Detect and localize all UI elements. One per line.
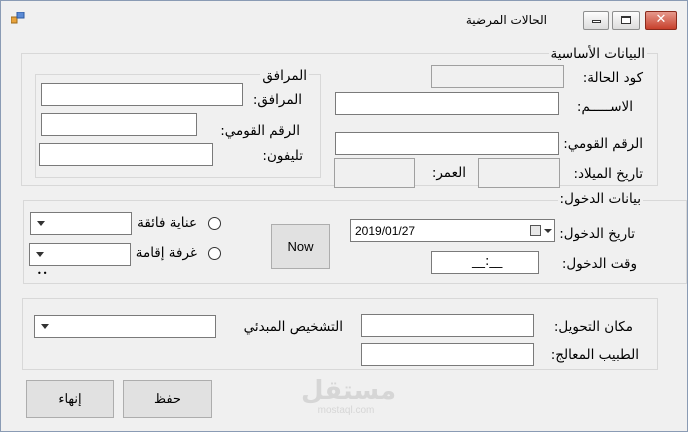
icu-select[interactable] <box>30 212 132 235</box>
dots-indicator: •• <box>37 269 49 278</box>
watermark-latin: mostaql.com <box>317 405 375 416</box>
referral-place-label: مكان التحويل: <box>553 319 633 335</box>
room-label: غرفة إقامة <box>135 245 197 261</box>
chevron-down-icon <box>544 229 552 233</box>
age-field[interactable] <box>334 158 415 188</box>
title-bar: الحالات المرضية ✕ <box>1 1 687 33</box>
case-code-label: كود الحالة: <box>582 70 643 86</box>
window-title: الحالات المرضية <box>465 13 547 27</box>
chevron-down-icon <box>36 252 44 257</box>
room-select[interactable] <box>29 243 131 266</box>
age-label: العمر: <box>431 165 466 181</box>
companion-phone-label: تليفون: <box>262 148 303 164</box>
patient-national-id-field[interactable] <box>335 132 559 155</box>
app-icon <box>11 12 25 24</box>
name-label: الاســـــم: <box>576 99 633 115</box>
referral-place-field[interactable] <box>361 314 534 337</box>
birth-date-field[interactable] <box>478 158 560 188</box>
birth-date-label: تاريخ الميلاد: <box>573 166 643 182</box>
chevron-down-icon <box>41 324 49 329</box>
close-button[interactable]: ✕ <box>645 11 677 30</box>
watermark-logo: مستقل mostaql.com <box>301 376 397 427</box>
admission-time-label: وقت الدخول: <box>561 256 637 272</box>
minimize-button[interactable] <box>583 11 609 30</box>
case-code-field[interactable] <box>431 65 564 88</box>
companion-title: المرافق <box>260 68 309 84</box>
companion-name-label: المرافق: <box>252 92 302 108</box>
chevron-down-icon <box>37 221 45 226</box>
treating-doctor-label: الطبيب المعالج: <box>550 347 639 363</box>
icu-label: عناية فائقة <box>137 215 197 231</box>
treating-doctor-field[interactable] <box>361 343 534 366</box>
admission-time-value: __:__ <box>472 254 503 269</box>
minimize-icon <box>592 20 601 23</box>
admission-date-label: تاريخ الدخول: <box>559 226 635 242</box>
save-button[interactable]: حفظ <box>123 380 212 418</box>
diagnosis-label: التشخيص المبدئي <box>243 319 343 335</box>
watermark-arabic: مستقل <box>301 376 397 406</box>
companion-national-id-field[interactable] <box>41 113 197 136</box>
basic-data-title: البيانات الأساسية <box>548 46 647 62</box>
admission-title: بيانات الدخول: <box>557 191 643 207</box>
icu-radio[interactable] <box>208 217 221 230</box>
calendar-icon <box>530 225 541 236</box>
diagnosis-select[interactable] <box>34 315 216 338</box>
patient-name-field[interactable] <box>335 92 559 115</box>
end-button[interactable]: إنهاء <box>26 380 114 418</box>
companion-national-id-label: الرقم القومي: <box>220 123 300 139</box>
national-id-label: الرقم القومي: <box>563 136 643 152</box>
admission-date-picker[interactable]: 2019/01/27 <box>350 219 555 242</box>
admission-time-field[interactable]: __:__ <box>431 251 539 274</box>
now-button[interactable]: Now <box>271 224 330 269</box>
companion-phone-field[interactable] <box>39 143 213 166</box>
maximize-button[interactable] <box>612 11 640 30</box>
patient-cases-window: الحالات المرضية ✕ البيانات الأساسية كود … <box>0 0 688 432</box>
companion-name-field[interactable] <box>41 83 243 106</box>
room-radio[interactable] <box>208 247 221 260</box>
maximize-icon <box>621 16 631 24</box>
close-icon: ✕ <box>655 12 667 27</box>
admission-date-value: 2019/01/27 <box>355 224 416 238</box>
